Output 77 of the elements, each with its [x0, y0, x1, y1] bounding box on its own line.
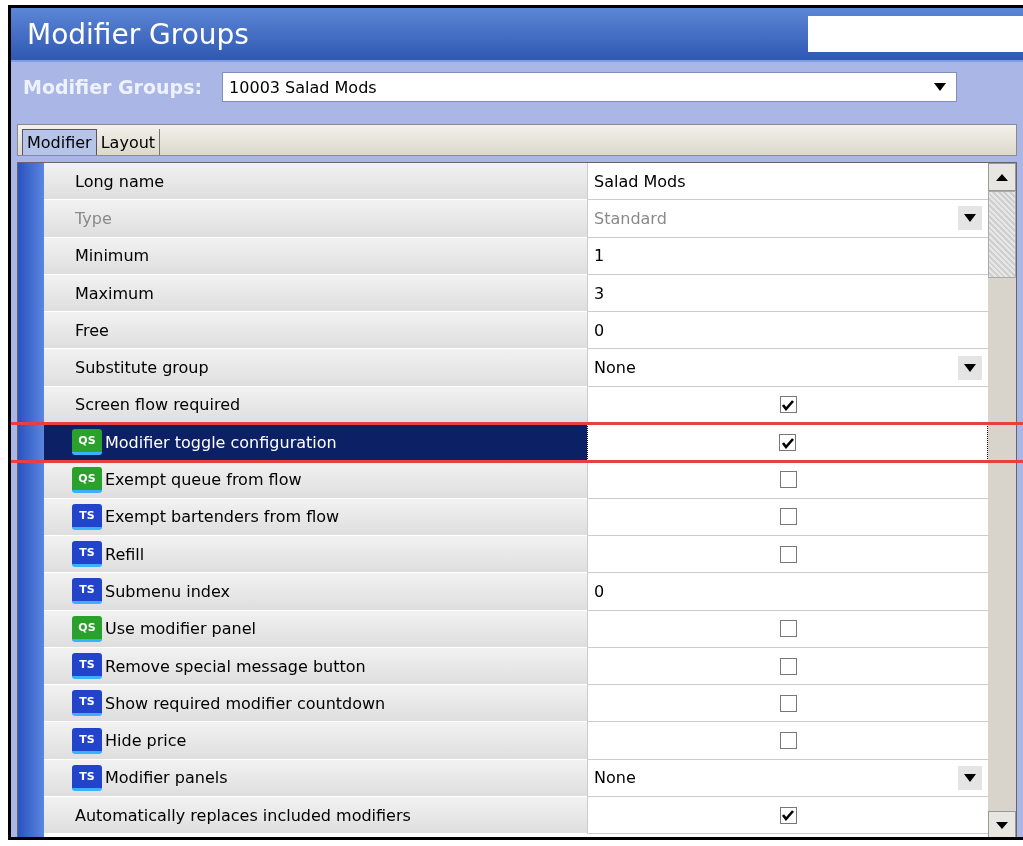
monitor-icon: QS [72, 615, 102, 642]
property-row[interactable]: Minimum [44, 237, 587, 275]
monitor-icon: TS [72, 541, 102, 568]
monitor-icon: TS [72, 578, 102, 605]
property-label: Type [75, 208, 112, 228]
checkbox[interactable] [779, 545, 797, 563]
property-label: Modifier panels [105, 768, 228, 788]
property-label: Exempt queue from flow [105, 470, 302, 489]
dropdown-button[interactable] [958, 206, 982, 231]
property-row[interactable]: QS Use modifier panel [44, 610, 587, 648]
caret-icon [964, 773, 976, 782]
property-label: Use modifier panel [105, 619, 256, 639]
checkbox[interactable] [779, 508, 797, 526]
property-label: Minimum [75, 246, 150, 266]
property-row[interactable]: Automatically replaces included modifiers [44, 797, 587, 835]
monitor-icon: TS [72, 503, 102, 530]
property-label: Show required modifier countdown [105, 693, 386, 713]
property-row[interactable]: Long name [44, 163, 587, 201]
monitor-icon: QS [72, 466, 102, 493]
property-label: Remove special message button [105, 656, 366, 676]
property-row[interactable]: TS Hide price [44, 722, 587, 760]
scroll-down-button[interactable] [988, 811, 1016, 837]
caret-icon [964, 214, 976, 223]
property-value[interactable]: 1 [594, 246, 605, 266]
scroll-thumb[interactable] [988, 191, 1016, 278]
monitor-icon: TS [72, 727, 102, 754]
monitor-icon: TS [72, 690, 102, 717]
property-label: Long name [75, 171, 165, 191]
property-value[interactable]: None [594, 768, 636, 788]
property-row[interactable]: TS Remove special message button [44, 647, 587, 686]
property-value[interactable]: 0 [594, 320, 605, 340]
property-row[interactable]: TS Modifier panels [44, 759, 587, 798]
property-label: Refill [105, 544, 145, 564]
monitor-icon: QS [72, 429, 102, 456]
property-row[interactable]: Free [44, 312, 587, 350]
checkbox[interactable] [779, 396, 797, 414]
property-value[interactable]: 0 [594, 581, 605, 601]
property-row[interactable]: TS Refill [44, 535, 587, 574]
property-label: Screen flow required [75, 395, 241, 415]
caret-icon [934, 83, 947, 91]
property-row[interactable]: QS Exempt queue from flow [44, 461, 587, 499]
tab[interactable]: Modifier [22, 129, 97, 155]
checkbox[interactable] [779, 434, 796, 452]
property-row[interactable]: TS Exempt bartenders from flow [44, 498, 587, 536]
property-label: Free [75, 320, 109, 340]
dropdown-button[interactable] [958, 765, 982, 790]
modifier-group-dropdown[interactable]: 10003 Salad Mods [222, 72, 958, 102]
property-label: Automatically replaces included modifiers [75, 805, 411, 825]
tab[interactable]: Layout [96, 129, 161, 155]
checkbox[interactable] [779, 657, 797, 675]
property-row[interactable]: TS Show required modifier countdown [44, 685, 587, 723]
caret-icon [964, 363, 976, 372]
property-label: Substitute group [75, 358, 209, 378]
property-value[interactable]: Salad Mods [594, 171, 686, 191]
property-label: Modifier toggle configuration [105, 432, 337, 452]
up-arrow-icon [996, 173, 1008, 181]
checkbox[interactable] [779, 694, 797, 712]
checkbox[interactable] [779, 620, 797, 638]
property-label: Exempt bartenders from flow [105, 507, 340, 527]
property-label: Submenu index [105, 581, 231, 601]
property-value[interactable]: 3 [594, 283, 605, 303]
property-value[interactable]: None [594, 358, 636, 378]
checkbox[interactable] [779, 732, 797, 750]
property-label: Hide price [105, 731, 187, 751]
property-row[interactable]: TS Submenu index [44, 573, 587, 611]
checkbox[interactable] [779, 471, 797, 488]
down-arrow-icon [996, 821, 1008, 829]
monitor-icon: TS [72, 764, 102, 791]
scroll-up-button[interactable] [988, 163, 1016, 191]
property-row[interactable]: Maximum [44, 274, 587, 313]
window-title: Modifier Groups [27, 17, 249, 51]
monitor-icon: TS [72, 653, 102, 679]
property-row[interactable]: Substitute group [44, 349, 587, 387]
selector-label: Modifier Groups: [23, 76, 203, 98]
property-label: Maximum [75, 283, 154, 303]
dropdown-button[interactable] [958, 355, 982, 380]
checkbox[interactable] [779, 806, 797, 824]
